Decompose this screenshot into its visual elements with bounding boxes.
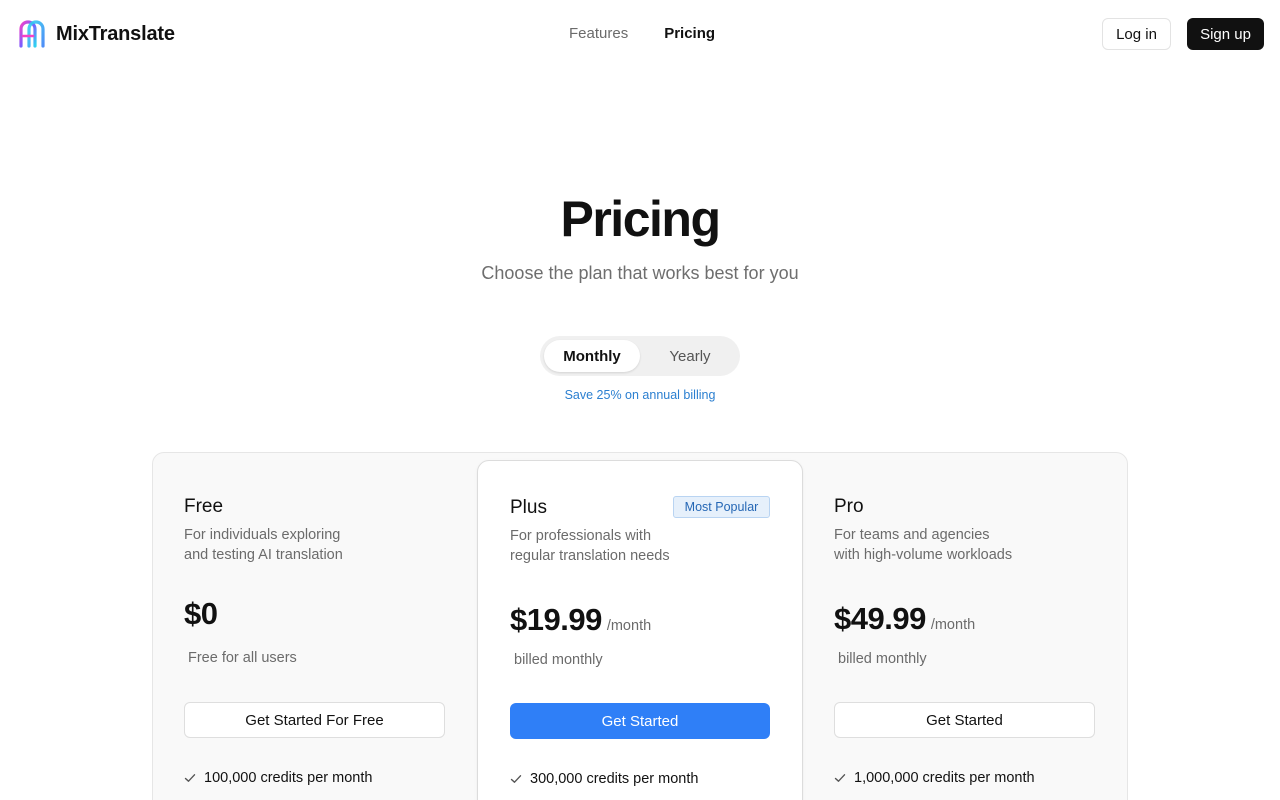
get-started-free-button[interactable]: Get Started For Free [184,702,445,738]
toggle-monthly[interactable]: Monthly [544,340,640,372]
price-note: billed monthly [838,651,927,667]
plan-description: For teams and agencies with high-volume … [834,525,1054,565]
price-note: Free for all users [188,650,297,666]
price-note: billed monthly [514,652,603,668]
plan-description-line: For professionals with [510,528,652,544]
nav-pricing[interactable]: Pricing [664,25,715,42]
plan-price: $19.99 [510,602,602,637]
plan-name: Free [184,496,224,517]
plan-card-free: Free For individuals exploring and testi… [152,452,477,800]
plan-description: For professionals with regular translati… [510,526,730,566]
plan-card-pro: Pro For teams and agencies with high-vol… [802,452,1128,800]
login-button[interactable]: Log in [1102,18,1171,50]
feature-text: 100,000 credits per month [204,770,373,786]
page-title: Pricing [560,191,721,247]
plan-name: Plus [510,497,547,518]
mixtranslate-logo-icon [19,20,45,48]
feature-item: 300,000 credits per month [510,771,698,787]
feature-item: 100,000 credits per month [184,770,372,786]
price-row: $0 [184,596,218,632]
billing-toggle: Monthly Yearly [540,336,740,376]
page-subtitle: Choose the plan that works best for you [481,263,799,283]
logo[interactable]: MixTranslate [18,20,175,48]
nav-features[interactable]: Features [569,25,628,42]
most-popular-badge: Most Popular [673,496,770,518]
main-nav: Features Pricing [569,25,715,42]
plan-card-plus: Plus Most Popular For professionals with… [477,460,803,800]
plan-description-line: with high-volume workloads [834,547,1013,563]
check-icon [184,774,196,782]
price-period: /month [930,617,976,633]
plan-price: $49.99 [834,601,926,636]
price-period: /month [606,618,652,634]
get-started-plus-button[interactable]: Get Started [510,703,770,739]
plan-description-line: and testing AI translation [184,547,343,563]
site-header: MixTranslate Features Pricing Log in Sig… [0,0,1280,68]
price-row: $19.99 /month [510,602,651,638]
plan-description: For individuals exploring and testing AI… [184,525,404,565]
price-row: $49.99 /month [834,601,975,637]
feature-item: 1,000,000 credits per month [834,770,1035,786]
toggle-yearly[interactable]: Yearly [644,340,736,372]
plan-price: $0 [184,596,218,631]
annual-savings-note: Save 25% on annual billing [564,388,716,402]
plan-name: Pro [834,496,864,517]
brand-name: MixTranslate [56,22,175,45]
plan-description-line: For teams and agencies [834,527,990,543]
signup-button[interactable]: Sign up [1187,18,1264,50]
feature-text: 1,000,000 credits per month [854,770,1035,786]
feature-text: 300,000 credits per month [530,771,699,787]
check-icon [510,775,522,783]
plan-description-line: For individuals exploring [184,527,341,543]
get-started-pro-button[interactable]: Get Started [834,702,1095,738]
plan-description-line: regular translation needs [510,548,670,564]
check-icon [834,774,846,782]
